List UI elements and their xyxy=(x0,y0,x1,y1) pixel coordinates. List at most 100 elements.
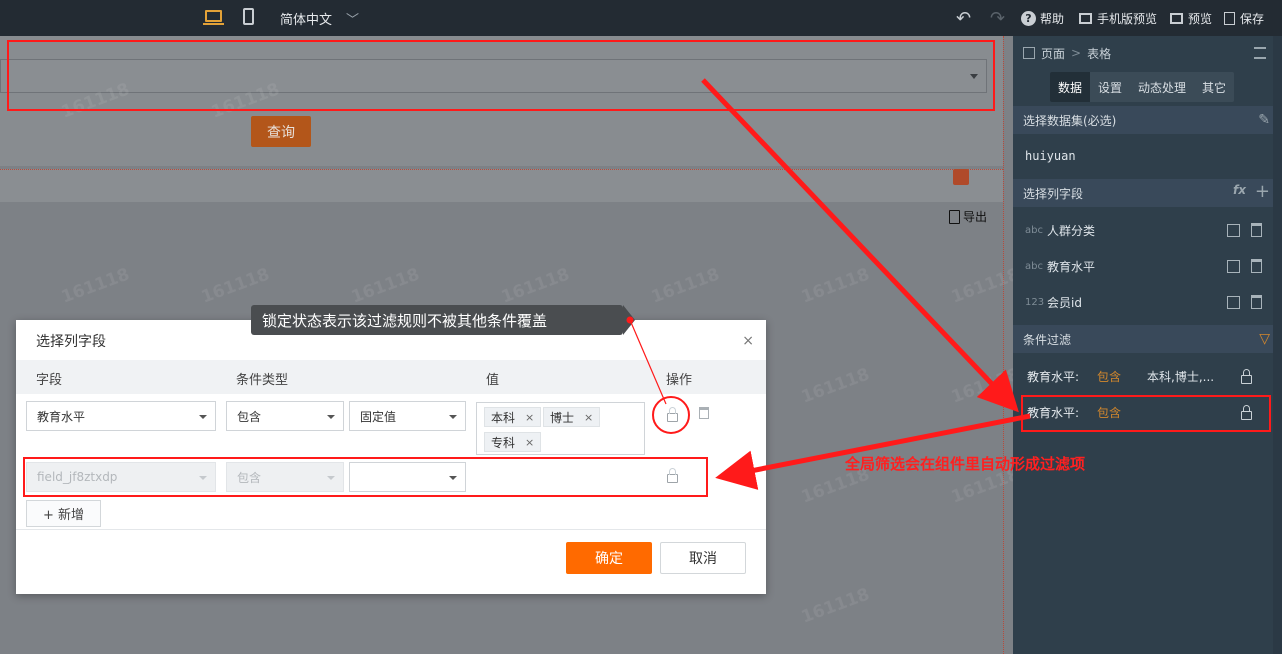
scrollbar[interactable] xyxy=(1273,36,1282,654)
table-header: 字段 条件类型 值 操作 xyxy=(16,360,766,394)
trash-icon[interactable] xyxy=(1251,259,1262,273)
watermark: 161118 xyxy=(498,264,573,308)
column-name: 会员id xyxy=(1047,295,1082,310)
funnel-icon[interactable]: ▽ xyxy=(1259,331,1270,347)
add-icon[interactable]: + xyxy=(1255,181,1270,202)
edit-icon[interactable] xyxy=(1227,259,1240,273)
fx-icon[interactable]: fx xyxy=(1233,183,1246,197)
export-label: 导出 xyxy=(963,210,988,224)
filter-section-title: 条件过滤 xyxy=(1023,332,1072,347)
header-field: 字段 xyxy=(36,373,63,388)
mobile-preview-label: 手机版预览 xyxy=(1097,11,1158,26)
highlight-box xyxy=(23,457,708,497)
save-label: 保存 xyxy=(1240,11,1265,26)
header-cond-type: 条件类型 xyxy=(236,373,289,388)
breadcrumb-page[interactable]: 页面 xyxy=(1041,45,1065,62)
type-badge: 123 xyxy=(1025,296,1045,308)
value-tags-input[interactable]: 本科 × 博士 × 专科 × xyxy=(476,402,645,455)
panel-tabs: 数据 设置 动态处理 其它 xyxy=(1050,72,1235,102)
lock-icon[interactable] xyxy=(667,407,678,422)
column-item[interactable]: abc 教育水平 xyxy=(1013,248,1282,284)
filter-item[interactable]: 教育水平: 包含 本科,博士,... xyxy=(1013,358,1282,394)
highlight-box xyxy=(1021,395,1271,432)
mobile-preview-button[interactable]: 手机版预览 xyxy=(1079,0,1157,36)
chevron-down-icon: ﹀ xyxy=(346,12,360,28)
trash-icon[interactable] xyxy=(699,407,709,419)
condition-select-value: 包含 xyxy=(237,409,262,424)
tab-settings[interactable]: 设置 xyxy=(1090,72,1130,102)
preview-label: 预览 xyxy=(1188,11,1213,26)
filter-field: 教育水平: xyxy=(1027,369,1080,384)
help-button[interactable]: ? 帮助 xyxy=(1021,0,1064,36)
grid-icon xyxy=(1023,47,1035,59)
pencil-icon[interactable]: ✎ xyxy=(1258,112,1270,128)
query-button[interactable]: 查询 xyxy=(251,116,311,147)
help-icon: ? xyxy=(1021,10,1036,26)
watermark: 161118 xyxy=(198,264,273,308)
mobile-icon[interactable] xyxy=(243,8,254,25)
divider xyxy=(16,529,766,530)
type-badge: abc xyxy=(1025,260,1043,272)
trash-icon[interactable] xyxy=(1251,223,1262,237)
value-tag: 博士 × xyxy=(543,407,601,427)
header-action: 操作 xyxy=(666,373,693,388)
properties-panel: 页面 > 表格 数据 设置 动态处理 其它 选择数据集(必选) ✎ huiyua… xyxy=(1013,36,1282,654)
preview-button[interactable]: 预览 xyxy=(1170,0,1212,36)
confirm-button[interactable]: 确定 xyxy=(566,542,652,574)
columns-section-title: 选择列字段 xyxy=(1023,186,1084,201)
filter-section-header: 条件过滤 ▽ xyxy=(1013,325,1282,353)
search-icon[interactable] xyxy=(953,169,969,185)
caret-down-icon xyxy=(199,415,207,419)
field-select[interactable]: 教育水平 xyxy=(26,401,216,431)
watermark: 161118 xyxy=(58,264,133,308)
trash-icon[interactable] xyxy=(1251,295,1262,309)
dataset-section-title: 选择数据集(必选) xyxy=(1023,113,1117,128)
save-icon xyxy=(1224,11,1235,25)
watermark: 161118 xyxy=(798,264,873,308)
breadcrumb-separator: > xyxy=(1071,46,1082,60)
caret-down-icon xyxy=(327,415,335,419)
column-item[interactable]: abc 人群分类 xyxy=(1013,212,1282,248)
cancel-button[interactable]: 取消 xyxy=(660,542,746,574)
annotation-tooltip: 锁定状态表示该过滤规则不被其他条件覆盖 xyxy=(251,305,635,335)
column-item[interactable]: 123 会员id xyxy=(1013,284,1282,320)
export-icon xyxy=(949,209,960,224)
top-toolbar: 简体中文 ﹀ ↶ ↷ ? 帮助 手机版预览 预览 保存 xyxy=(0,0,1282,36)
language-label: 简体中文 xyxy=(280,12,333,28)
watermark: 161118 xyxy=(798,584,873,628)
save-button[interactable]: 保存 xyxy=(1224,0,1264,36)
monitor-icon xyxy=(1079,12,1092,24)
dataset-section-header: 选择数据集(必选) ✎ xyxy=(1013,106,1282,134)
caret-down-icon xyxy=(449,415,457,419)
help-label: 帮助 xyxy=(1040,11,1065,26)
tree-icon[interactable] xyxy=(1254,47,1266,59)
tab-dynamic[interactable]: 动态处理 xyxy=(1130,72,1194,102)
export-button[interactable]: 导出 xyxy=(949,208,987,225)
redo-icon[interactable]: ↷ xyxy=(990,0,1005,36)
value-type-select[interactable]: 固定值 xyxy=(349,401,466,431)
add-row-button[interactable]: + 新增 xyxy=(26,500,101,527)
condition-select[interactable]: 包含 xyxy=(226,401,344,431)
watermark: 161118 xyxy=(348,264,423,308)
tab-data[interactable]: 数据 xyxy=(1050,72,1091,102)
remove-tag-icon[interactable]: × xyxy=(525,436,534,449)
dataset-value[interactable]: huiyuan xyxy=(1013,138,1282,174)
edit-icon[interactable] xyxy=(1227,223,1240,237)
divider xyxy=(1003,36,1004,654)
desktop-icon[interactable] xyxy=(203,10,224,25)
undo-icon[interactable]: ↶ xyxy=(956,0,971,36)
edit-icon[interactable] xyxy=(1227,295,1240,309)
filter-value: 本科,博士,... xyxy=(1147,369,1215,384)
language-select[interactable]: 简体中文 ﹀ xyxy=(280,0,359,36)
tab-other[interactable]: 其它 xyxy=(1194,72,1234,102)
lock-icon[interactable] xyxy=(1241,369,1252,384)
close-icon[interactable]: × xyxy=(742,333,754,349)
tag-label: 博士 xyxy=(550,410,575,425)
value-type-select-value: 固定值 xyxy=(360,409,397,424)
remove-tag-icon[interactable]: × xyxy=(584,411,593,424)
highlight-box xyxy=(7,40,995,111)
dataset-name: huiyuan xyxy=(1025,149,1076,163)
columns-section-header: 选择列字段 fx + xyxy=(1013,179,1282,207)
filter-op: 包含 xyxy=(1097,369,1122,384)
remove-tag-icon[interactable]: × xyxy=(525,411,534,424)
